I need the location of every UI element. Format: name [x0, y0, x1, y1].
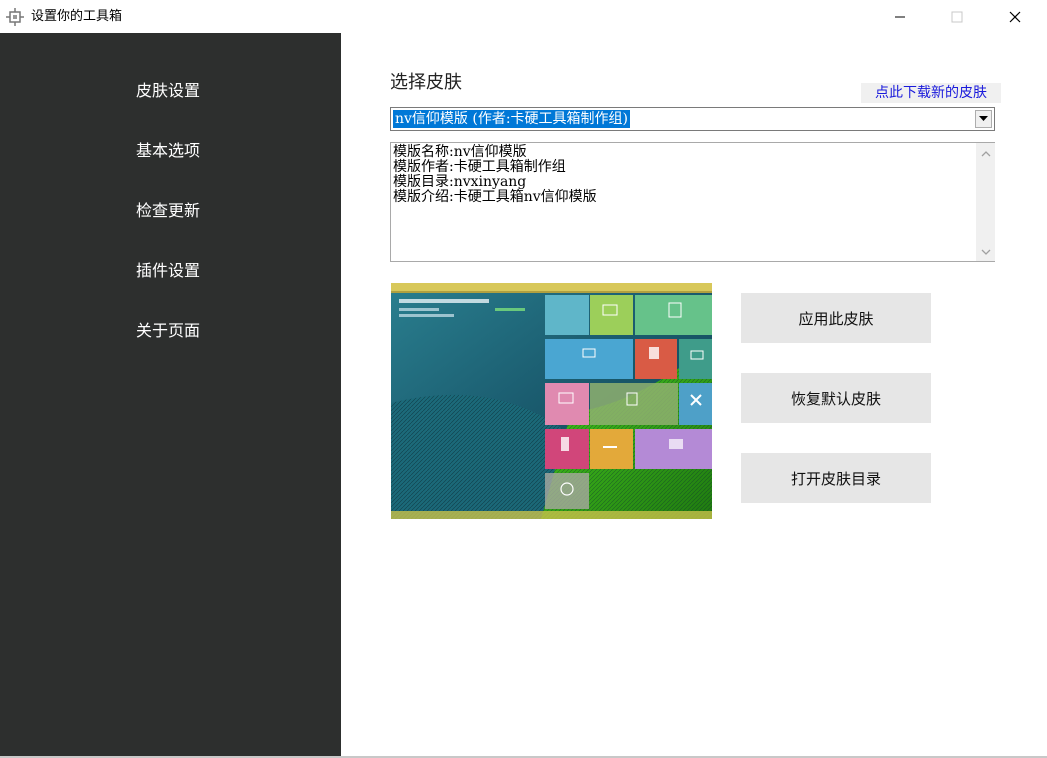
skin-preview-image [391, 283, 712, 519]
scroll-up-button[interactable] [978, 146, 993, 161]
window-title: 设置你的工具箱 [31, 9, 123, 24]
skin-info-text: 模版名称:nv信仰模版 模版作者:卡硬工具箱制作组 模版目录:nvxinyang… [393, 145, 597, 205]
download-skins-link[interactable]: 点此下载新的皮肤 [861, 83, 1001, 103]
chevron-up-icon [981, 150, 990, 156]
sidebar-item-label: 基本选项 [136, 141, 201, 160]
maximize-icon [951, 11, 963, 22]
sidebar-item-label: 检查更新 [136, 201, 201, 220]
close-button[interactable] [992, 0, 1038, 33]
skin-info-textbox[interactable]: 模版名称:nv信仰模版 模版作者:卡硬工具箱制作组 模版目录:nvxinyang… [390, 142, 995, 262]
vertical-scrollbar[interactable] [976, 143, 995, 261]
open-skin-folder-button[interactable]: 打开皮肤目录 [741, 453, 931, 503]
sidebar-item-plugins[interactable]: 插件设置 [0, 249, 341, 289]
sidebar-item-label: 皮肤设置 [136, 81, 201, 100]
skin-select[interactable]: nv信仰模版 (作者:卡硬工具箱制作组) [390, 107, 995, 131]
section-title: 选择皮肤 [390, 72, 462, 93]
sidebar-item-label: 关于页面 [136, 321, 201, 340]
skin-info-line: 模版介绍:卡硬工具箱nv信仰模版 [393, 189, 597, 205]
toolbox-gear-icon [6, 8, 24, 26]
skin-info-line: 模版作者:卡硬工具箱制作组 [393, 159, 566, 175]
chevron-down-icon [981, 249, 990, 255]
skin-info-line: 模版名称:nv信仰模版 [393, 144, 527, 160]
minimize-button[interactable] [877, 0, 923, 33]
skin-info-line: 模版目录:nvxinyang [393, 174, 527, 190]
maximize-button[interactable] [934, 0, 980, 33]
dropdown-button[interactable] [975, 110, 992, 128]
sidebar-item-check-update[interactable]: 检查更新 [0, 189, 341, 229]
minimize-icon [895, 16, 905, 17]
restore-default-skin-button[interactable]: 恢复默认皮肤 [741, 373, 931, 423]
scroll-down-button[interactable] [978, 244, 993, 259]
chevron-down-icon [979, 116, 988, 121]
sidebar: 皮肤设置 基本选项 检查更新 插件设置 关于页面 [0, 33, 341, 756]
apply-skin-button[interactable]: 应用此皮肤 [741, 293, 931, 343]
sidebar-item-label: 插件设置 [136, 261, 201, 280]
title-bar: 设置你的工具箱 [0, 0, 1047, 33]
sidebar-item-skin[interactable]: 皮肤设置 [0, 69, 341, 109]
skin-settings-panel: 选择皮肤 点此下载新的皮肤 nv信仰模版 (作者:卡硬工具箱制作组) 模版名称:… [341, 33, 1047, 756]
close-icon [1009, 11, 1021, 22]
skin-select-value: nv信仰模版 (作者:卡硬工具箱制作组) [393, 110, 631, 128]
sidebar-item-basic-options[interactable]: 基本选项 [0, 129, 341, 169]
sidebar-item-about[interactable]: 关于页面 [0, 309, 341, 349]
